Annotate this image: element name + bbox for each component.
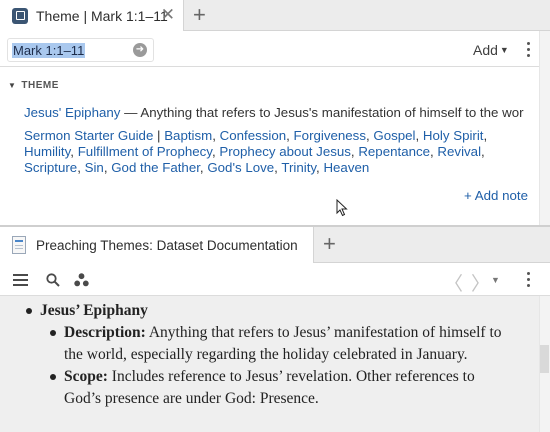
topic-comma: , xyxy=(481,144,485,159)
bullet xyxy=(50,330,56,336)
bullet xyxy=(50,374,56,380)
theme-separator: — xyxy=(120,105,141,120)
guide-topic-link[interactable]: Scripture xyxy=(24,160,77,175)
bottom-toolbar: 〈〉 ▼ xyxy=(0,263,550,296)
topic-comma: , xyxy=(483,128,488,143)
add-note-link[interactable]: + Add note xyxy=(464,188,528,203)
mouse-pointer-icon xyxy=(336,199,348,217)
top-toolbar: Mark 1:1–11 ➜ Add ▼ xyxy=(0,31,550,67)
top-tab-bar: Theme | Mark 1:1–11 ✕ + xyxy=(0,0,550,31)
list-item-description: Description: Anything that refers to Jes… xyxy=(0,322,539,366)
back-arrow-icon[interactable]: 〈 xyxy=(444,274,471,295)
guide-topic-link[interactable]: Gospel xyxy=(373,128,415,143)
list-item-scope: Scope: Includes reference to Jesus’ reve… xyxy=(0,366,539,410)
guide-topic-link[interactable]: Sin xyxy=(85,160,104,175)
guide-topic-link[interactable]: Forgiveness xyxy=(294,128,366,143)
guide-topic-link[interactable]: Humility xyxy=(24,144,70,159)
guide-separator: | xyxy=(153,128,165,143)
document-content: Jesus’ Epiphany Description: Anything th… xyxy=(0,296,539,432)
hamburger-icon[interactable] xyxy=(13,274,28,286)
topic-comma: , xyxy=(286,128,294,143)
theme-description: Anything that refers to Jesus's manifest… xyxy=(140,105,524,120)
scope-label: Scope: xyxy=(64,368,108,385)
guide-topic-link[interactable]: Confession xyxy=(220,128,287,143)
tab-theme-title: Theme | Mark 1:1–11 xyxy=(36,7,168,24)
sermon-starter-guide: Sermon Starter Guide | Baptism, Confessi… xyxy=(24,128,524,176)
topic-comma: , xyxy=(212,128,220,143)
section-label: THEME xyxy=(21,80,59,91)
go-arrow-icon[interactable]: ➜ xyxy=(133,43,147,57)
close-icon[interactable]: ✕ xyxy=(161,6,175,23)
topic-comma: , xyxy=(70,144,78,159)
kebab-icon[interactable] xyxy=(527,42,531,58)
bullet xyxy=(26,308,32,314)
reference-input-value[interactable]: Mark 1:1–11 xyxy=(12,43,86,58)
chevron-down-icon[interactable]: ▼ xyxy=(491,275,500,285)
dots-cluster-icon[interactable] xyxy=(74,273,89,287)
guide-topic-link[interactable]: Prophecy about Jesus xyxy=(219,144,351,159)
guide-topic-link[interactable]: God the Father xyxy=(111,160,200,175)
tab-preaching-themes[interactable]: Preaching Themes: Dataset Documentation xyxy=(0,227,314,263)
scope-text: Includes reference to Jesus’ revelation.… xyxy=(64,368,475,407)
entry-title: Jesus’ Epiphany xyxy=(40,302,148,319)
topic-comma: , xyxy=(415,128,423,143)
document-icon xyxy=(12,7,28,24)
guide-topic-link[interactable]: Trinity xyxy=(281,160,316,175)
add-button-label: Add xyxy=(473,42,498,58)
guide-topic-link[interactable]: Holy Spirit xyxy=(423,128,484,143)
new-tab-plus-icon[interactable]: + xyxy=(323,231,336,257)
guide-link[interactable]: Sermon Starter Guide xyxy=(24,128,153,143)
guide-topic-link[interactable]: Heaven xyxy=(323,160,369,175)
guide-topic-link[interactable]: Fulfillment of Prophecy xyxy=(78,144,212,159)
search-icon[interactable] xyxy=(46,273,60,287)
guide-topic-link[interactable]: Repentance xyxy=(358,144,430,159)
nav-arrows: 〈〉 xyxy=(444,269,498,296)
chevron-down-icon: ▼ xyxy=(499,45,509,55)
collapse-triangle-icon[interactable]: ▼ xyxy=(8,81,16,90)
list-item-theme: Jesus’ Epiphany xyxy=(0,300,539,322)
topic-comma: , xyxy=(77,160,85,175)
guide-topic-link[interactable]: Revival xyxy=(437,144,481,159)
guide-topic-link[interactable]: God's Love xyxy=(207,160,274,175)
new-tab-plus-icon[interactable]: + xyxy=(193,2,206,28)
section-header-theme[interactable]: ▼ THEME xyxy=(8,80,59,91)
description-label: Description: xyxy=(64,324,146,341)
bottom-scrollbar-thumb[interactable] xyxy=(540,345,549,373)
guide-topic-link[interactable]: Baptism xyxy=(164,128,212,143)
tab-theme[interactable]: Theme | Mark 1:1–11 ✕ xyxy=(0,0,184,31)
theme-summary: Jesus' Epiphany — Anything that refers t… xyxy=(24,105,524,121)
theme-link[interactable]: Jesus' Epiphany xyxy=(24,105,120,120)
bottom-tab-bar: Preaching Themes: Dataset Documentation … xyxy=(0,227,550,263)
reference-input[interactable]: Mark 1:1–11 ➜ xyxy=(7,38,154,62)
add-button[interactable]: Add ▼ xyxy=(473,42,509,58)
book-icon xyxy=(12,236,26,254)
tab-preaching-themes-title: Preaching Themes: Dataset Documentation xyxy=(36,237,298,253)
kebab-icon[interactable] xyxy=(527,272,531,288)
top-scrollbar[interactable] xyxy=(539,31,550,225)
